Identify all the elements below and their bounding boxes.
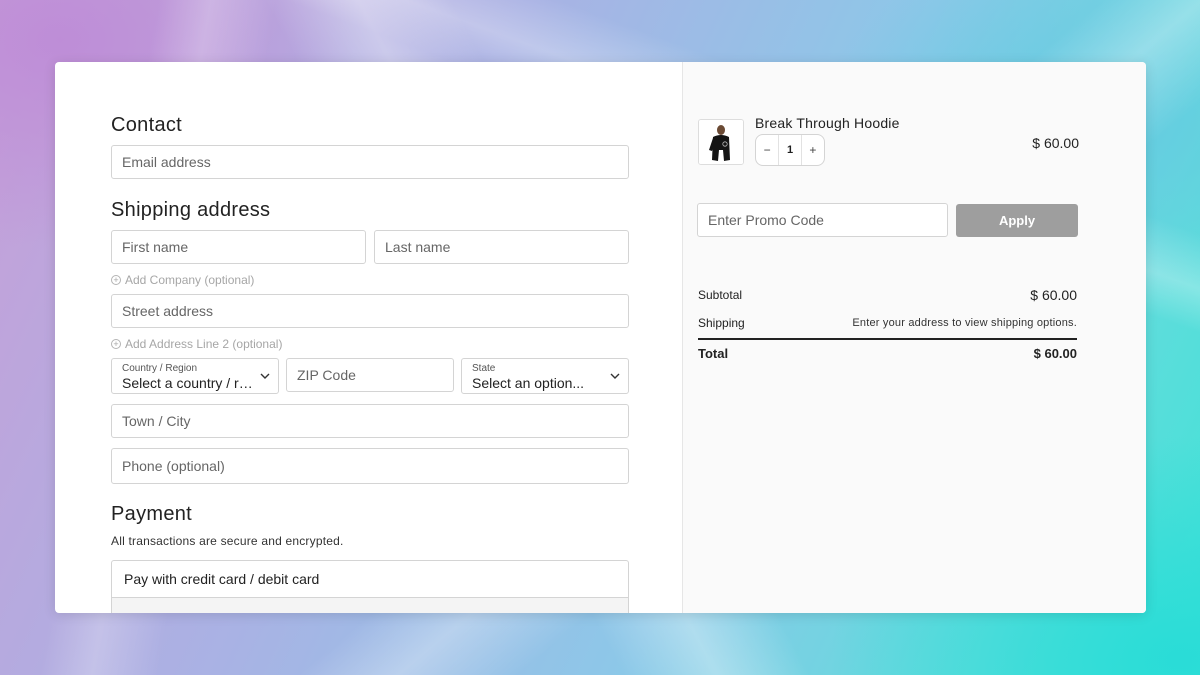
increase-quantity-button[interactable]: + <box>802 135 824 165</box>
quantity-value: 1 <box>778 135 802 165</box>
checkout-form: Contact Shipping address + Add Company (… <box>55 62 682 613</box>
phone-field[interactable] <box>111 448 629 484</box>
payment-method-box[interactable]: Pay with credit card / debit card <box>111 560 629 613</box>
plus-circle-icon: + <box>111 339 121 349</box>
phone-input[interactable] <box>122 458 628 474</box>
product-name: Break Through Hoodie <box>755 115 900 131</box>
hoodie-image <box>699 120 743 164</box>
total-label: Total <box>698 346 729 361</box>
total-value: $ 60.00 <box>1033 346 1077 361</box>
first-name-field[interactable] <box>111 230 366 264</box>
checkout-card: Contact Shipping address + Add Company (… <box>55 62 1146 613</box>
subtotal-row: Subtotal $ 60.00 <box>698 287 1077 303</box>
plus-circle-icon: + <box>111 275 121 285</box>
country-select[interactable]: Country / Region Select a country / regi… <box>111 358 279 394</box>
shipping-heading: Shipping address <box>111 199 271 221</box>
country-value: Select a country / region... <box>122 375 268 391</box>
order-summary: Break Through Hoodie − 1 + $ 60.00 Apply… <box>682 62 1146 613</box>
product-price: $ 60.00 <box>1032 135 1079 151</box>
payment-method-label[interactable]: Pay with credit card / debit card <box>112 561 628 598</box>
summary-divider <box>698 338 1077 340</box>
payment-subtext: All transactions are secure and encrypte… <box>111 534 344 548</box>
chevron-down-icon <box>260 373 270 379</box>
promo-code-field[interactable] <box>697 203 948 237</box>
shipping-row: Shipping Enter your address to view ship… <box>698 316 1077 330</box>
city-input[interactable] <box>122 413 628 429</box>
last-name-field[interactable] <box>374 230 629 264</box>
shipping-note: Enter your address to view shipping opti… <box>852 317 1077 329</box>
promo-code-input[interactable] <box>708 212 947 228</box>
apply-promo-button[interactable]: Apply <box>956 204 1078 237</box>
state-value: Select an option... <box>472 375 585 391</box>
shipping-label: Shipping <box>698 316 745 330</box>
street-address-field[interactable] <box>111 294 629 328</box>
total-row: Total $ 60.00 <box>698 346 1077 361</box>
state-select[interactable]: State Select an option... <box>461 358 629 394</box>
state-label: State <box>472 363 496 374</box>
contact-heading: Contact <box>111 114 183 136</box>
country-label: Country / Region <box>122 363 198 374</box>
add-address-line2-link[interactable]: + Add Address Line 2 (optional) <box>111 337 282 351</box>
chevron-down-icon <box>610 373 620 379</box>
quantity-stepper[interactable]: − 1 + <box>755 134 825 166</box>
add-address-line2-label: Add Address Line 2 (optional) <box>125 337 283 351</box>
first-name-input[interactable] <box>122 239 365 255</box>
subtotal-value: $ 60.00 <box>1030 287 1077 303</box>
street-address-input[interactable] <box>122 303 628 319</box>
city-field[interactable] <box>111 404 629 438</box>
payment-method-body <box>112 598 628 613</box>
email-input[interactable] <box>122 154 628 170</box>
zip-code-field[interactable] <box>286 358 454 392</box>
last-name-input[interactable] <box>385 239 628 255</box>
payment-heading: Payment <box>111 503 193 525</box>
email-field[interactable] <box>111 145 629 179</box>
add-company-link[interactable]: + Add Company (optional) <box>111 273 254 287</box>
decrease-quantity-button[interactable]: − <box>756 135 778 165</box>
subtotal-label: Subtotal <box>698 288 743 302</box>
product-thumbnail <box>698 119 744 165</box>
add-company-label: Add Company (optional) <box>125 273 255 287</box>
zip-code-input[interactable] <box>297 367 453 383</box>
